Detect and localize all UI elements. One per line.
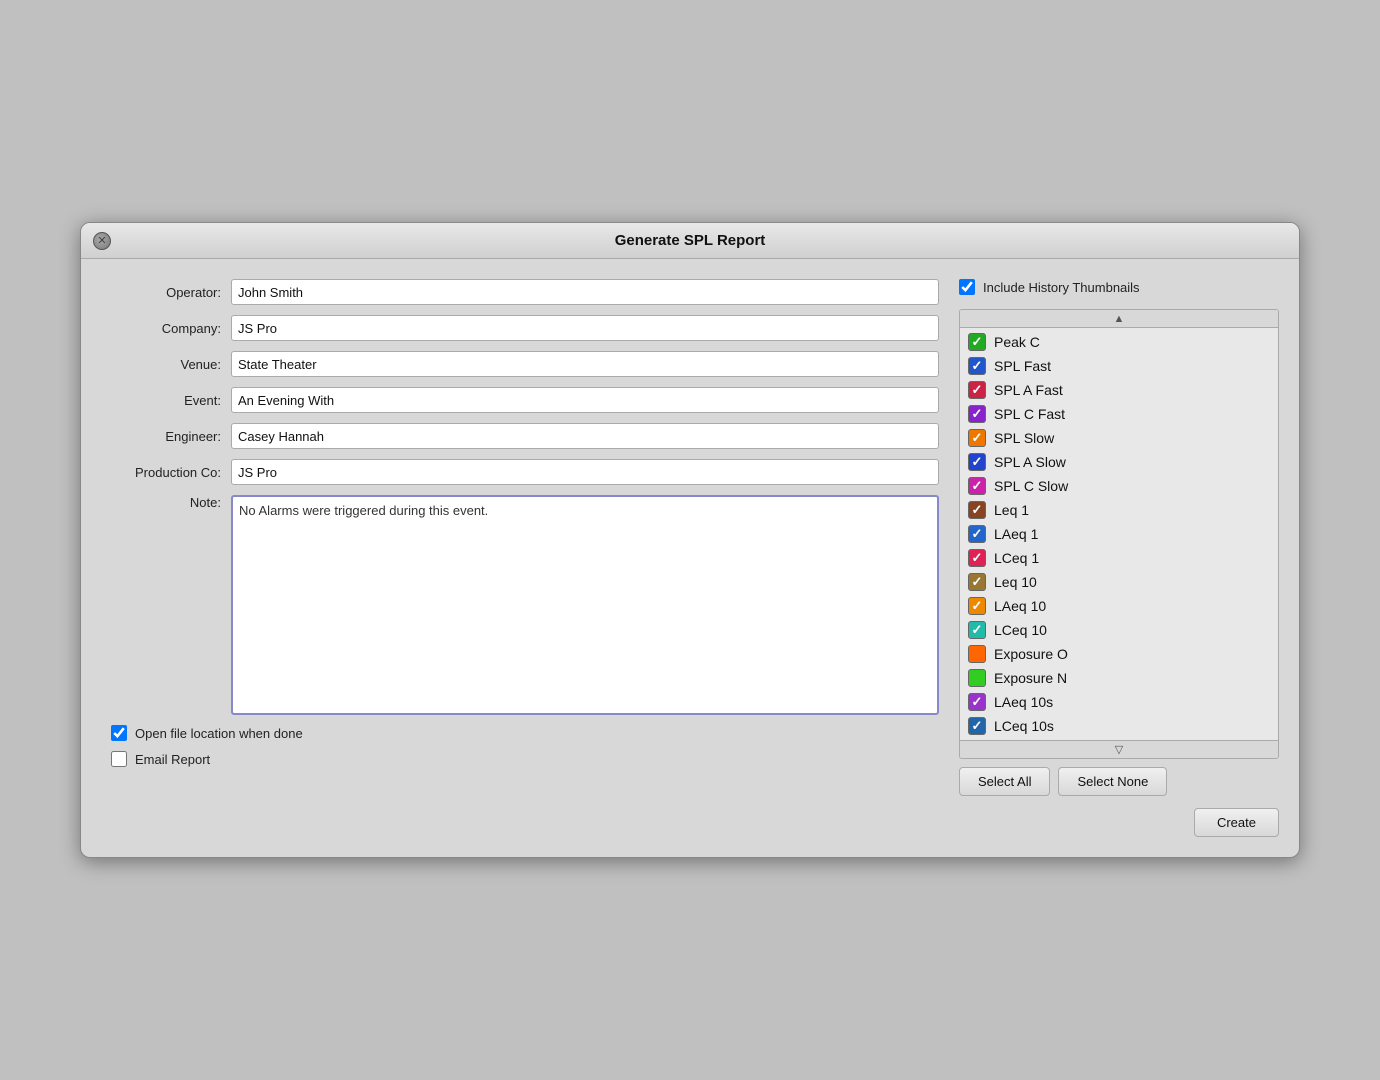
production-co-label: Production Co: — [101, 465, 231, 480]
spl-list-container: ▲ ✓ Peak C ✓ SPL Fast ✓ SPL A Fast ✓ SPL C Fast… — [959, 309, 1279, 759]
open-file-row: Open file location when done — [101, 725, 939, 741]
list-item[interactable]: ✓ SPL A Slow — [960, 450, 1278, 474]
select-all-button[interactable]: Select All — [959, 767, 1050, 796]
event-row: Event: — [101, 387, 939, 413]
include-thumbnails-checkbox[interactable] — [959, 279, 975, 295]
list-item[interactable]: ✓ LCeq 10 — [960, 618, 1278, 642]
engineer-input[interactable] — [231, 423, 939, 449]
list-item-label: Leq 1 — [994, 502, 1029, 518]
color-checkbox-1[interactable]: ✓ — [968, 357, 986, 375]
select-buttons-row: Select All Select None — [959, 767, 1279, 796]
left-panel: Operator: Company: Venue: Event: Enginee… — [101, 279, 939, 837]
color-checkbox-10[interactable]: ✓ — [968, 573, 986, 591]
close-button[interactable]: ✕ — [93, 232, 111, 250]
list-item[interactable]: Exposure N — [960, 666, 1278, 690]
company-label: Company: — [101, 321, 231, 336]
list-item-label: LCeq 1 — [994, 550, 1039, 566]
open-file-label: Open file location when done — [135, 726, 303, 741]
operator-row: Operator: — [101, 279, 939, 305]
list-item[interactable]: ✓ LCeq 1 — [960, 546, 1278, 570]
production-co-row: Production Co: — [101, 459, 939, 485]
create-button-row: Create — [959, 808, 1279, 837]
email-report-checkbox[interactable] — [111, 751, 127, 767]
list-item-label: LCeq 10s — [994, 718, 1054, 734]
window-title: Generate SPL Report — [615, 232, 766, 249]
color-checkbox-0[interactable]: ✓ — [968, 333, 986, 351]
note-row: Note: No Alarms were triggered during th… — [101, 495, 939, 715]
list-item-label: LAeq 1 — [994, 526, 1038, 542]
select-none-button[interactable]: Select None — [1058, 767, 1167, 796]
list-item-label: SPL Fast — [994, 358, 1051, 374]
list-item[interactable]: ✓ LAeq 1 — [960, 522, 1278, 546]
engineer-label: Engineer: — [101, 429, 231, 444]
content-area: Operator: Company: Venue: Event: Enginee… — [81, 259, 1299, 857]
list-item-label: Exposure O — [994, 646, 1068, 662]
email-report-label: Email Report — [135, 752, 210, 767]
color-checkbox-12[interactable]: ✓ — [968, 621, 986, 639]
color-checkbox-16[interactable]: ✓ — [968, 717, 986, 735]
color-checkbox-11[interactable]: ✓ — [968, 597, 986, 615]
color-checkbox-8[interactable]: ✓ — [968, 525, 986, 543]
list-item[interactable]: ✓ SPL A Fast — [960, 378, 1278, 402]
engineer-row: Engineer: — [101, 423, 939, 449]
production-co-input[interactable] — [231, 459, 939, 485]
color-checkbox-6[interactable]: ✓ — [968, 477, 986, 495]
list-item[interactable]: ✓ SPL C Fast — [960, 402, 1278, 426]
right-panel: Include History Thumbnails ▲ ✓ Peak C ✓ SPL… — [959, 279, 1279, 837]
list-item[interactable]: ✓ Leq 10 — [960, 570, 1278, 594]
list-item[interactable]: ✓ SPL C Slow — [960, 474, 1278, 498]
scroll-up-arrow[interactable]: ▲ — [960, 310, 1278, 328]
note-label: Note: — [101, 495, 231, 510]
operator-label: Operator: — [101, 285, 231, 300]
list-item[interactable]: ✓ LAeq 10 — [960, 594, 1278, 618]
event-input[interactable] — [231, 387, 939, 413]
list-item-label: LAeq 10 — [994, 598, 1046, 614]
list-item[interactable]: ✓ LCeq 10s — [960, 714, 1278, 738]
color-checkbox-2[interactable]: ✓ — [968, 381, 986, 399]
create-button[interactable]: Create — [1194, 808, 1279, 837]
list-item-label: LAeq 10s — [994, 694, 1053, 710]
company-input[interactable] — [231, 315, 939, 341]
list-item-label: Exposure N — [994, 670, 1067, 686]
note-textarea[interactable]: No Alarms were triggered during this eve… — [231, 495, 939, 715]
list-item-label: SPL C Fast — [994, 406, 1065, 422]
color-checkbox-7[interactable]: ✓ — [968, 501, 986, 519]
company-row: Company: — [101, 315, 939, 341]
color-checkbox-14[interactable] — [968, 669, 986, 687]
main-window: ✕ Generate SPL Report Operator: Company:… — [80, 222, 1300, 858]
color-checkbox-15[interactable]: ✓ — [968, 693, 986, 711]
scroll-down-arrow[interactable]: ▽ — [960, 740, 1278, 758]
color-checkbox-5[interactable]: ✓ — [968, 453, 986, 471]
list-item-label: SPL A Fast — [994, 382, 1063, 398]
list-item[interactable]: ✓ Leq 1 — [960, 498, 1278, 522]
color-checkbox-13[interactable] — [968, 645, 986, 663]
venue-input[interactable] — [231, 351, 939, 377]
list-item[interactable]: Exposure O — [960, 642, 1278, 666]
venue-row: Venue: — [101, 351, 939, 377]
list-item-label: LCeq 10 — [994, 622, 1047, 638]
list-item-label: SPL C Slow — [994, 478, 1068, 494]
include-thumbnails-label: Include History Thumbnails — [983, 280, 1140, 295]
open-file-checkbox[interactable] — [111, 725, 127, 741]
list-item[interactable]: ✓ SPL Fast — [960, 354, 1278, 378]
include-thumbnails-row: Include History Thumbnails — [959, 279, 1279, 295]
list-item[interactable]: ✓ LAeq 10s — [960, 690, 1278, 714]
list-item-label: SPL A Slow — [994, 454, 1066, 470]
venue-label: Venue: — [101, 357, 231, 372]
spl-list[interactable]: ✓ Peak C ✓ SPL Fast ✓ SPL A Fast ✓ SPL C Fast ✓ S… — [960, 328, 1278, 740]
event-label: Event: — [101, 393, 231, 408]
list-item-label: SPL Slow — [994, 430, 1054, 446]
list-item-label: Peak C — [994, 334, 1040, 350]
list-item[interactable]: ✓ SPL Slow — [960, 426, 1278, 450]
color-checkbox-4[interactable]: ✓ — [968, 429, 986, 447]
list-item-label: Leq 10 — [994, 574, 1037, 590]
color-checkbox-9[interactable]: ✓ — [968, 549, 986, 567]
color-checkbox-3[interactable]: ✓ — [968, 405, 986, 423]
operator-input[interactable] — [231, 279, 939, 305]
title-bar: ✕ Generate SPL Report — [81, 223, 1299, 259]
list-item[interactable]: ✓ Peak C — [960, 330, 1278, 354]
email-report-row: Email Report — [101, 751, 939, 767]
